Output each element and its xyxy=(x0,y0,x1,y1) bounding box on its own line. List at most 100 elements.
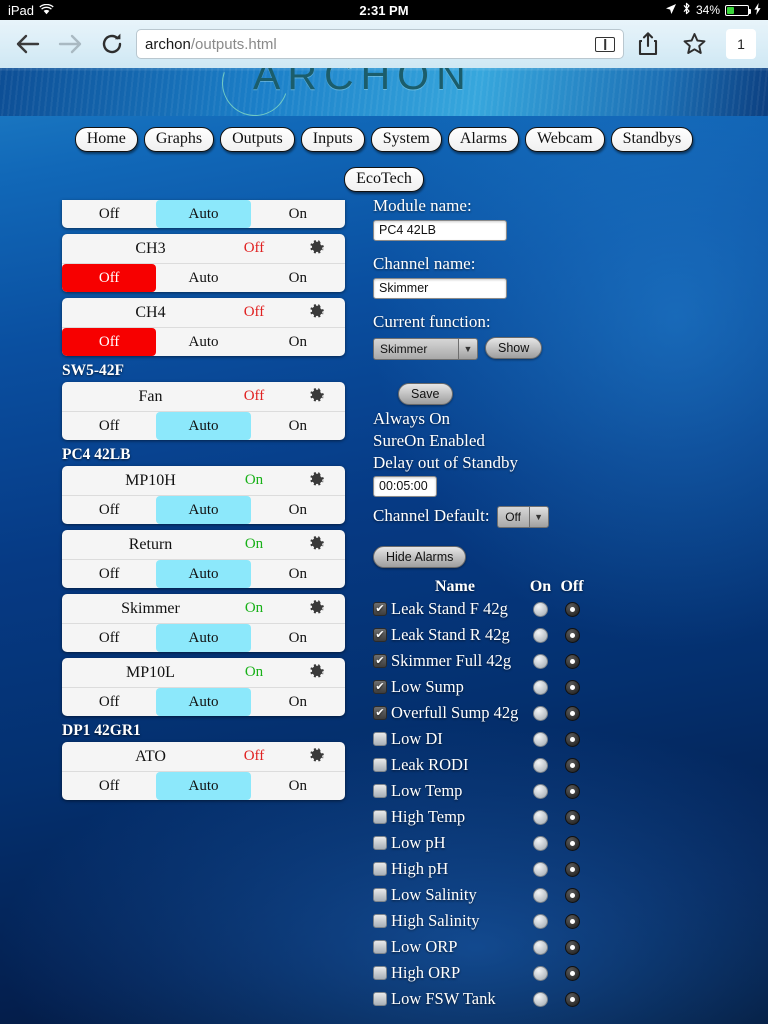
gear-icon[interactable] xyxy=(293,748,339,766)
gear-icon[interactable] xyxy=(293,664,339,682)
alarm-enable-checkbox[interactable]: ✔ xyxy=(373,680,387,695)
delay-input[interactable]: 00:05:00 xyxy=(373,476,437,498)
channel-mode-on[interactable]: On xyxy=(251,328,345,356)
channel-mode-off[interactable]: Off xyxy=(62,264,157,292)
alarm-on-radio[interactable] xyxy=(533,783,548,799)
channel-mode-on[interactable]: On xyxy=(251,496,345,524)
alarm-off-radio[interactable] xyxy=(564,991,580,1007)
nav-item-graphs[interactable]: Graphs xyxy=(143,127,215,153)
alarm-enable-checkbox[interactable] xyxy=(373,862,387,877)
nav-item-outputs[interactable]: Outputs xyxy=(220,127,295,153)
module-name-input[interactable]: PC4 42LB xyxy=(373,220,507,241)
channel-mode-on[interactable]: On xyxy=(251,772,345,800)
nav-item-system[interactable]: System xyxy=(370,127,442,153)
alarm-on-radio[interactable] xyxy=(533,991,548,1007)
channel-mode-auto[interactable]: Auto xyxy=(156,560,251,588)
alarm-off-radio[interactable] xyxy=(564,809,580,825)
alarm-off-radio[interactable] xyxy=(564,783,580,799)
channel-mode-auto[interactable]: Auto xyxy=(156,496,251,524)
address-bar[interactable]: archon/outputs.html xyxy=(136,29,624,59)
gear-icon[interactable] xyxy=(293,600,339,618)
alarm-enable-checkbox[interactable]: ✔ xyxy=(373,628,387,643)
alarm-off-radio[interactable] xyxy=(564,835,580,851)
nav-item-inputs[interactable]: Inputs xyxy=(300,127,365,153)
channel-mode-off[interactable]: Off xyxy=(62,328,157,356)
save-button[interactable]: Save xyxy=(398,383,453,405)
alarm-off-radio[interactable] xyxy=(564,705,580,721)
reload-icon[interactable] xyxy=(98,30,126,58)
alarm-enable-checkbox[interactable] xyxy=(373,914,387,929)
alarm-on-radio[interactable] xyxy=(533,835,548,851)
alarm-off-radio[interactable] xyxy=(564,913,580,929)
current-function-select[interactable]: Skimmer ▼ xyxy=(373,338,478,360)
channel-mode-on[interactable]: On xyxy=(251,412,345,440)
channel-name-input[interactable]: Skimmer xyxy=(373,278,507,299)
channel-default-select[interactable]: Off ▼ xyxy=(496,506,549,529)
channel-mode-auto[interactable]: Auto xyxy=(156,264,250,292)
channel-mode-on[interactable]: On xyxy=(251,560,345,588)
nav-item-webcam[interactable]: Webcam xyxy=(524,127,605,153)
alarm-off-radio[interactable] xyxy=(564,627,580,643)
alarm-off-radio[interactable] xyxy=(564,965,580,981)
alarm-enable-checkbox[interactable] xyxy=(373,992,387,1007)
channel-mode-auto[interactable]: Auto xyxy=(156,624,251,652)
alarm-on-radio[interactable] xyxy=(533,601,548,617)
alarm-enable-checkbox[interactable]: ✔ xyxy=(373,654,387,669)
channel-mode-auto[interactable]: Auto xyxy=(156,200,251,228)
hide-alarms-button[interactable]: Hide Alarms xyxy=(373,546,467,569)
alarm-on-radio[interactable] xyxy=(533,757,548,773)
bookmark-star-icon[interactable] xyxy=(680,30,708,58)
alarm-off-radio[interactable] xyxy=(564,939,580,955)
alarm-enable-checkbox[interactable] xyxy=(373,732,387,747)
channel-mode-on[interactable]: On xyxy=(251,200,345,228)
alarm-on-radio[interactable] xyxy=(533,809,548,825)
alarm-off-radio[interactable] xyxy=(564,601,580,617)
alarm-on-radio[interactable] xyxy=(533,965,548,981)
gear-icon[interactable] xyxy=(293,304,339,322)
alarm-enable-checkbox[interactable] xyxy=(373,758,387,773)
alarm-off-radio[interactable] xyxy=(564,679,580,695)
channel-mode-on[interactable]: On xyxy=(251,624,345,652)
channel-mode-auto[interactable]: Auto xyxy=(156,772,251,800)
alarm-enable-checkbox[interactable] xyxy=(373,966,387,981)
channel-mode-off[interactable]: Off xyxy=(62,772,156,800)
alarm-on-radio[interactable] xyxy=(533,705,548,721)
gear-icon[interactable] xyxy=(293,536,339,554)
channel-mode-off[interactable]: Off xyxy=(62,560,156,588)
nav-item-standbys[interactable]: Standbys xyxy=(610,127,694,153)
channel-mode-on[interactable]: On xyxy=(251,264,345,292)
alarm-on-radio[interactable] xyxy=(533,679,548,695)
alarm-enable-checkbox[interactable]: ✔ xyxy=(373,602,387,617)
alarm-on-radio[interactable] xyxy=(533,887,548,903)
alarm-enable-checkbox[interactable] xyxy=(373,810,387,825)
channel-mode-on[interactable]: On xyxy=(251,688,345,716)
channel-mode-off[interactable]: Off xyxy=(62,624,156,652)
alarm-enable-checkbox[interactable] xyxy=(373,940,387,955)
nav-item-ecotech[interactable]: EcoTech xyxy=(344,167,424,193)
alarm-enable-checkbox[interactable] xyxy=(373,784,387,799)
alarm-off-radio[interactable] xyxy=(564,887,580,903)
alarm-on-radio[interactable] xyxy=(533,731,548,747)
alarm-on-radio[interactable] xyxy=(533,913,548,929)
alarm-off-radio[interactable] xyxy=(564,861,580,877)
alarm-on-radio[interactable] xyxy=(533,861,548,877)
channel-mode-off[interactable]: Off xyxy=(62,496,156,524)
nav-item-home[interactable]: Home xyxy=(74,127,138,153)
channel-mode-auto[interactable]: Auto xyxy=(156,412,251,440)
share-icon[interactable] xyxy=(634,30,662,58)
alarm-on-radio[interactable] xyxy=(533,627,548,643)
channel-mode-auto[interactable]: Auto xyxy=(156,328,250,356)
tab-count-button[interactable]: 1 xyxy=(726,29,756,59)
back-arrow-icon[interactable] xyxy=(14,30,42,58)
alarm-enable-checkbox[interactable] xyxy=(373,836,387,851)
channel-mode-off[interactable]: Off xyxy=(62,200,156,228)
alarm-off-radio[interactable] xyxy=(564,731,580,747)
forward-arrow-icon[interactable] xyxy=(56,30,84,58)
show-button[interactable]: Show xyxy=(485,337,543,359)
alarm-on-radio[interactable] xyxy=(533,939,548,955)
alarm-enable-checkbox[interactable]: ✔ xyxy=(373,706,387,721)
alarm-on-radio[interactable] xyxy=(533,653,548,669)
alarm-off-radio[interactable] xyxy=(564,653,580,669)
gear-icon[interactable] xyxy=(293,388,339,406)
alarm-off-radio[interactable] xyxy=(564,757,580,773)
